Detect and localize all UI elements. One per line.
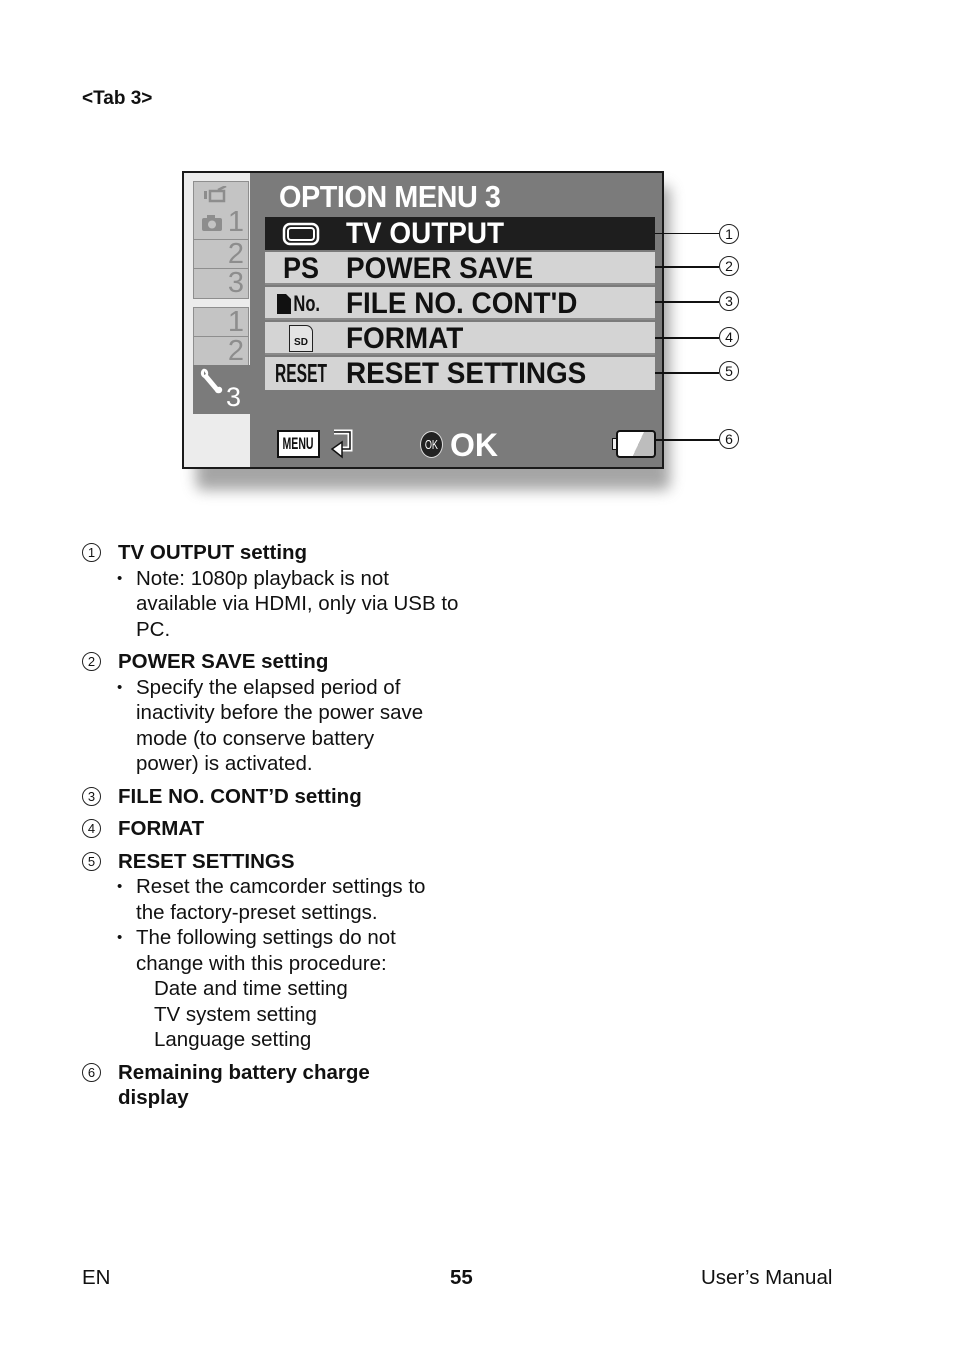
ok-button-icon[interactable]: OK xyxy=(420,431,443,458)
item-title: FORMAT xyxy=(118,817,205,840)
side-tab-group-2: 1 2 xyxy=(193,307,249,367)
menu-button-label: MENU xyxy=(282,434,315,453)
sd-card-icon: SD xyxy=(265,322,337,355)
item-title: POWER SAVE setting xyxy=(118,650,329,673)
menu-item-power-save[interactable]: PS POWER SAVE xyxy=(265,252,655,285)
item-number: 3 xyxy=(82,786,101,806)
menu-item-label: TV OUTPUT xyxy=(346,217,505,250)
callout-number-4: 4 xyxy=(719,327,739,347)
menu-item-label: FILE NO. CONT'D xyxy=(346,287,578,320)
menu-item-label: FORMAT xyxy=(346,322,464,355)
battery-icon xyxy=(616,430,656,458)
callout-line-3 xyxy=(655,301,719,303)
item-title: RESET SETTINGS xyxy=(118,849,295,873)
camera-icon xyxy=(202,215,222,231)
item-number: 1 xyxy=(82,543,101,562)
file-no-icon: No. xyxy=(265,287,337,320)
side-tab-playback-1[interactable]: 1 xyxy=(194,308,248,337)
tv-icon xyxy=(265,217,337,250)
item-number: 2 xyxy=(82,652,101,671)
callout-number-2: 2 xyxy=(719,256,739,276)
item-bullet: Note: 1080p playback is not available vi… xyxy=(117,566,462,643)
item-number: 5 xyxy=(82,851,101,871)
item-title: Remaining battery charge display xyxy=(118,1060,370,1110)
video-camera-icon xyxy=(204,186,227,203)
callout-line-5 xyxy=(655,372,719,374)
item-number: 6 xyxy=(82,1062,101,1082)
page-number: 55 xyxy=(450,1266,473,1289)
menu-item-reset-settings[interactable]: RESET RESET SETTINGS xyxy=(265,357,655,390)
reset-icon: RESET xyxy=(274,358,328,388)
description-item-tv-output: 1 TV OUTPUT setting Note: 1080p playback… xyxy=(82,540,462,642)
item-subline: Date and time setting xyxy=(154,977,348,1000)
camera-screen: 1 2 3 1 2 3 OPTION MENU 3 TV OUTPUT PS P… xyxy=(182,171,664,469)
callout-line-2 xyxy=(655,266,719,268)
item-bullet: The following settings do not change wit… xyxy=(117,925,436,976)
callout-line-1 xyxy=(655,233,719,234)
file-no-text: No. xyxy=(293,290,321,316)
ps-icon: PS xyxy=(282,251,320,285)
callout-line-4 xyxy=(655,337,719,339)
description-item-power-save: 2 POWER SAVE setting Specify the elapsed… xyxy=(82,649,462,777)
description-item-battery: 6 Remaining battery charge display xyxy=(82,1060,462,1111)
menu-item-format[interactable]: SD FORMAT xyxy=(265,322,655,355)
description-item-reset-settings: 5 RESET SETTINGS Reset the camcorder set… xyxy=(82,849,462,1053)
item-bullet: Specify the elapsed period of inactivity… xyxy=(117,675,436,777)
footer-manual-title: User’s Manual xyxy=(701,1266,833,1289)
side-tab-group-1: 1 2 3 xyxy=(193,181,249,299)
side-tab-label: 1 xyxy=(227,206,244,238)
side-tab-active-label: 3 xyxy=(226,382,242,412)
tab-heading: <Tab 3> xyxy=(82,88,153,109)
menu-item-tv-output[interactable]: TV OUTPUT xyxy=(265,217,655,250)
callout-number-1: 1 xyxy=(719,224,739,244)
item-title: TV OUTPUT setting xyxy=(118,541,308,564)
side-tab-2[interactable]: 2 xyxy=(194,240,248,269)
description-list: 1 TV OUTPUT setting Note: 1080p playback… xyxy=(82,540,462,1118)
side-tab-panel: 1 2 3 1 2 3 xyxy=(184,173,250,467)
callout-number-3: 3 xyxy=(719,291,739,311)
item-title: FILE NO. CONT’D setting xyxy=(118,784,362,808)
item-subline: TV system setting xyxy=(154,1002,317,1026)
sd-card-text: SD xyxy=(289,325,313,352)
wrench-icon xyxy=(200,368,223,394)
return-icon[interactable] xyxy=(328,429,356,461)
screen-title: OPTION MENU 3 xyxy=(279,179,501,214)
callout-line-6 xyxy=(656,439,719,441)
footer-language: EN xyxy=(82,1266,111,1289)
callout-number-6: 6 xyxy=(719,429,739,449)
menu-item-file-no-contd[interactable]: No. FILE NO. CONT'D xyxy=(265,287,655,320)
item-bullet: Reset the camcorder settings to the fact… xyxy=(117,874,436,925)
ok-label: OK xyxy=(450,427,498,463)
menu-item-label: RESET SETTINGS xyxy=(346,357,587,390)
ok-badge-text: OK xyxy=(424,437,439,452)
menu-item-label: POWER SAVE xyxy=(346,252,534,285)
item-number: 4 xyxy=(82,819,101,838)
side-tab-playback-2[interactable]: 2 xyxy=(194,337,248,366)
side-tab-option-active[interactable]: 3 xyxy=(193,365,250,414)
callout-number-5: 5 xyxy=(719,361,739,381)
menu-button[interactable]: MENU xyxy=(277,430,320,458)
side-tab-3[interactable]: 3 xyxy=(194,269,248,298)
item-subline: Language setting xyxy=(154,1028,312,1051)
side-tab-1[interactable]: 1 xyxy=(194,182,248,240)
description-item-file-no: 3 FILE NO. CONT’D setting xyxy=(82,784,462,810)
description-item-format: 4 FORMAT xyxy=(82,816,462,842)
